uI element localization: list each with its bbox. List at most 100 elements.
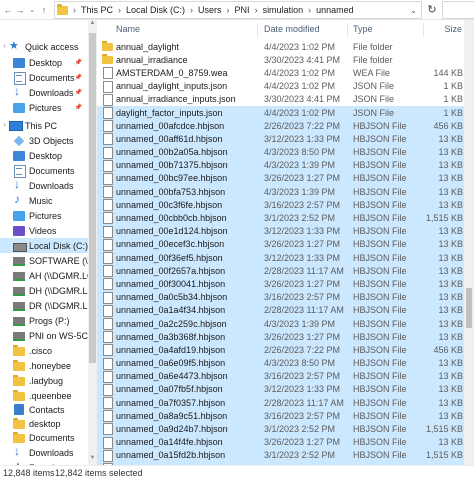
file-row[interactable]: unnamed_00c3f6fe.hbjson 3/16/2023 2:57 PM… (97, 198, 464, 212)
file-row[interactable]: unnamed_0a3b368f.hbjson 3/26/2023 1:27 PM… (97, 330, 464, 344)
file-row[interactable]: unnamed_00bfa753.hbjson 4/3/2023 1:39 PM H… (97, 185, 464, 199)
file-row[interactable]: unnamed_0a0c5b34.hbjson 3/16/2023 2:57 PM… (97, 290, 464, 304)
scroll-up-icon[interactable]: ▲ (88, 20, 97, 30)
up-arrow-icon[interactable]: ↑ (38, 1, 50, 19)
file-row[interactable]: unnamed_0a6e09f5.hbjson 4/3/2023 8:50 PM H… (97, 356, 464, 370)
file-row[interactable]: unnamed_00e1d124.hbjson 3/12/2023 1:33 PM… (97, 224, 464, 238)
sidebar-item[interactable]: Documents 📌 (0, 70, 88, 85)
file-row[interactable]: unnamed_0a15fd2b.hbjson 3/1/2023 2:52 PM H… (97, 448, 464, 462)
pin-icon[interactable]: 📌 (75, 59, 82, 66)
sidebar-item[interactable]: Local Disk (C:) (0, 238, 88, 253)
file-list-scrollbar[interactable] (464, 20, 474, 465)
file-row[interactable]: unnamed_00aff61d.hbjson 3/12/2023 1:33 PM… (97, 132, 464, 146)
scroll-down-icon[interactable]: ▼ (88, 455, 97, 465)
file-row[interactable]: unnamed_00b71375.hbjson 4/3/2023 1:39 PM H… (97, 158, 464, 172)
sidebar-item-label: desktop (29, 418, 61, 429)
recent-locations-chevron-icon[interactable]: ⌄ (26, 1, 38, 19)
file-size: 13 KB (438, 239, 463, 250)
file-row[interactable]: unnamed_0a07fb5f.hbjson 3/12/2023 1:33 PM… (97, 382, 464, 397)
sidebar-item[interactable]: Downloads (0, 445, 88, 460)
file-row[interactable]: unnamed_0a1a4f34.hbjson 2/28/2023 11:17 A… (97, 303, 464, 317)
breadcrumb-unnamed[interactable]: unnamed (316, 5, 354, 15)
file-date-modified: 4/4/2023 1:02 PM (264, 67, 336, 78)
sidebar-item[interactable]: .cisco (0, 343, 88, 358)
file-row[interactable]: annual_daylight 4/4/2023 1:02 PM File fold… (97, 40, 464, 53)
pin-icon[interactable]: 📌 (75, 104, 82, 111)
sidebar-item[interactable]: Videos (0, 223, 88, 238)
breadcrumb-simulation[interactable]: simulation (263, 5, 304, 15)
file-date-modified: 3/16/2023 2:57 PM (264, 371, 341, 382)
sidebar-item[interactable]: DR (\\DGMR.LO (0, 298, 88, 313)
file-date-modified: 3/30/2023 4:41 PM (264, 54, 341, 65)
sidebar-item[interactable]: Music (0, 193, 88, 208)
column-divider[interactable] (347, 23, 348, 37)
expand-chevron-icon[interactable]: › (0, 122, 9, 129)
file-row[interactable]: unnamed_00afcdce.hbjson 2/26/2023 7:22 PM… (97, 119, 464, 133)
sidebar-item[interactable]: › This PC (0, 118, 88, 133)
breadcrumb-local-disk[interactable]: Local Disk (C:) (126, 5, 185, 15)
breadcrumb-this-pc[interactable]: This PC (81, 5, 113, 15)
column-header-type[interactable]: Type (353, 24, 373, 34)
scrollbar-thumb[interactable] (466, 288, 472, 328)
file-row[interactable]: unnamed_00f30041.hbjson 3/26/2023 1:27 PM… (97, 277, 464, 291)
file-row[interactable]: annual_daylight_inputs.json 4/4/2023 1:02… (97, 80, 464, 93)
column-divider[interactable] (257, 23, 258, 37)
column-divider[interactable] (423, 23, 424, 37)
file-row[interactable]: unnamed_00f2657a.hbjson 2/28/2023 11:17 A… (97, 264, 464, 278)
file-row[interactable]: unnamed_0a2c259c.hbjson 4/3/2023 1:39 PM H… (97, 316, 464, 331)
sidebar-item[interactable]: desktop (0, 416, 88, 431)
address-dropdown-icon[interactable]: ⌄ (410, 6, 417, 15)
sidebar-item[interactable]: Downloads📌 (0, 85, 88, 100)
file-row[interactable]: unnamed_0a7f0357.hbjson 2/28/2023 11:17 A… (97, 396, 464, 410)
pin-icon[interactable]: 📌 (75, 89, 82, 96)
sidebar-item[interactable]: .queenbee (0, 388, 88, 403)
scrollbar-thumb[interactable] (89, 33, 96, 363)
navigation-pane-scrollbar[interactable]: ▲ ▼ (88, 20, 97, 465)
file-row[interactable]: unnamed_0a9d24b7.hbjson 3/1/2023 2:52 PM H… (97, 422, 464, 436)
sidebar-item[interactable]: 3D Objects (0, 133, 88, 148)
column-header-size[interactable]: Size (444, 24, 462, 34)
file-row[interactable]: annual_irradiance 3/30/2023 4:41 PM File f… (97, 53, 464, 66)
sidebar-item[interactable]: Desktop (0, 148, 88, 163)
column-header-name[interactable]: Name (116, 24, 140, 34)
videos-icon (13, 225, 25, 236)
file-row[interactable]: unnamed_00bc97ee.hbjson 3/26/2023 1:27 PM… (97, 171, 464, 186)
breadcrumb-pni[interactable]: PNI (235, 5, 250, 15)
sidebar-item[interactable]: AH (\\DGMR.LO (0, 268, 88, 283)
file-row[interactable]: unnamed_0a6e4473.hbjson 3/16/2023 2:57 PM… (97, 369, 464, 383)
file-row[interactable]: unnamed_00b2a05a.hbjson 4/3/2023 8:50 PM H… (97, 145, 464, 159)
sidebar-item[interactable]: › Quick access (0, 39, 88, 54)
sidebar-item[interactable]: Downloads (0, 178, 88, 193)
back-arrow-icon[interactable]: ← (2, 1, 14, 19)
forward-arrow-icon[interactable]: → (14, 1, 26, 19)
file-row[interactable]: annual_irradiance_inputs.json 3/30/2023 4… (97, 93, 464, 106)
sidebar-item[interactable]: Desktop 📌 (0, 55, 88, 70)
sidebar-item[interactable]: DH (\\DGMR.LO (0, 283, 88, 298)
sidebar-item[interactable]: SOFTWARE (\\D (0, 253, 88, 268)
file-row[interactable]: AMSTERDAM_0_8759.wea 4/4/2023 1:02 PM WEA … (97, 66, 464, 80)
file-row[interactable]: unnamed_0a8a9c51.hbjson 3/16/2023 2:57 PM… (97, 409, 464, 423)
file-row[interactable]: unnamed_0a4afd19.hbjson 2/26/2023 7:22 PM… (97, 343, 464, 357)
sidebar-item[interactable]: .ladybug (0, 373, 88, 388)
file-row[interactable]: unnamed_0a14f4fe.hbjson 3/26/2023 1:27 PM… (97, 435, 464, 449)
address-bar[interactable]: › This PC › Local Disk (C:) › Users › PN… (54, 1, 422, 19)
file-icon (103, 265, 113, 278)
breadcrumb-users[interactable]: Users (198, 5, 222, 15)
pin-icon[interactable]: 📌 (75, 74, 82, 81)
file-row[interactable]: daylight_factor_inputs.json 4/4/2023 1:02… (97, 105, 464, 120)
sidebar-item[interactable]: Progs (P:) (0, 313, 88, 328)
search-input[interactable] (442, 1, 474, 19)
sidebar-item[interactable]: PNI on WS-5CG (0, 328, 88, 343)
sidebar-item[interactable]: .honeybee (0, 358, 88, 373)
refresh-icon[interactable]: ↻ (425, 3, 439, 17)
file-row[interactable]: unnamed_00cbb0cb.hbjson 3/1/2023 2:52 PM H… (97, 211, 464, 225)
sidebar-item[interactable]: Pictures (0, 208, 88, 223)
sidebar-item[interactable]: Pictures 📌 (0, 100, 88, 115)
file-row[interactable]: unnamed_00f36ef5.hbjson 3/12/2023 1:33 PM… (97, 251, 464, 265)
sidebar-item[interactable]: Documents (0, 430, 88, 445)
sidebar-item[interactable]: Documents (0, 163, 88, 178)
sidebar-item[interactable]: Contacts (0, 402, 88, 417)
file-row[interactable]: unnamed_00ecef3c.hbjson 3/26/2023 1:27 PM… (97, 237, 464, 251)
expand-chevron-icon[interactable]: › (0, 43, 9, 50)
column-header-date-modified[interactable]: Date modified (264, 24, 320, 34)
